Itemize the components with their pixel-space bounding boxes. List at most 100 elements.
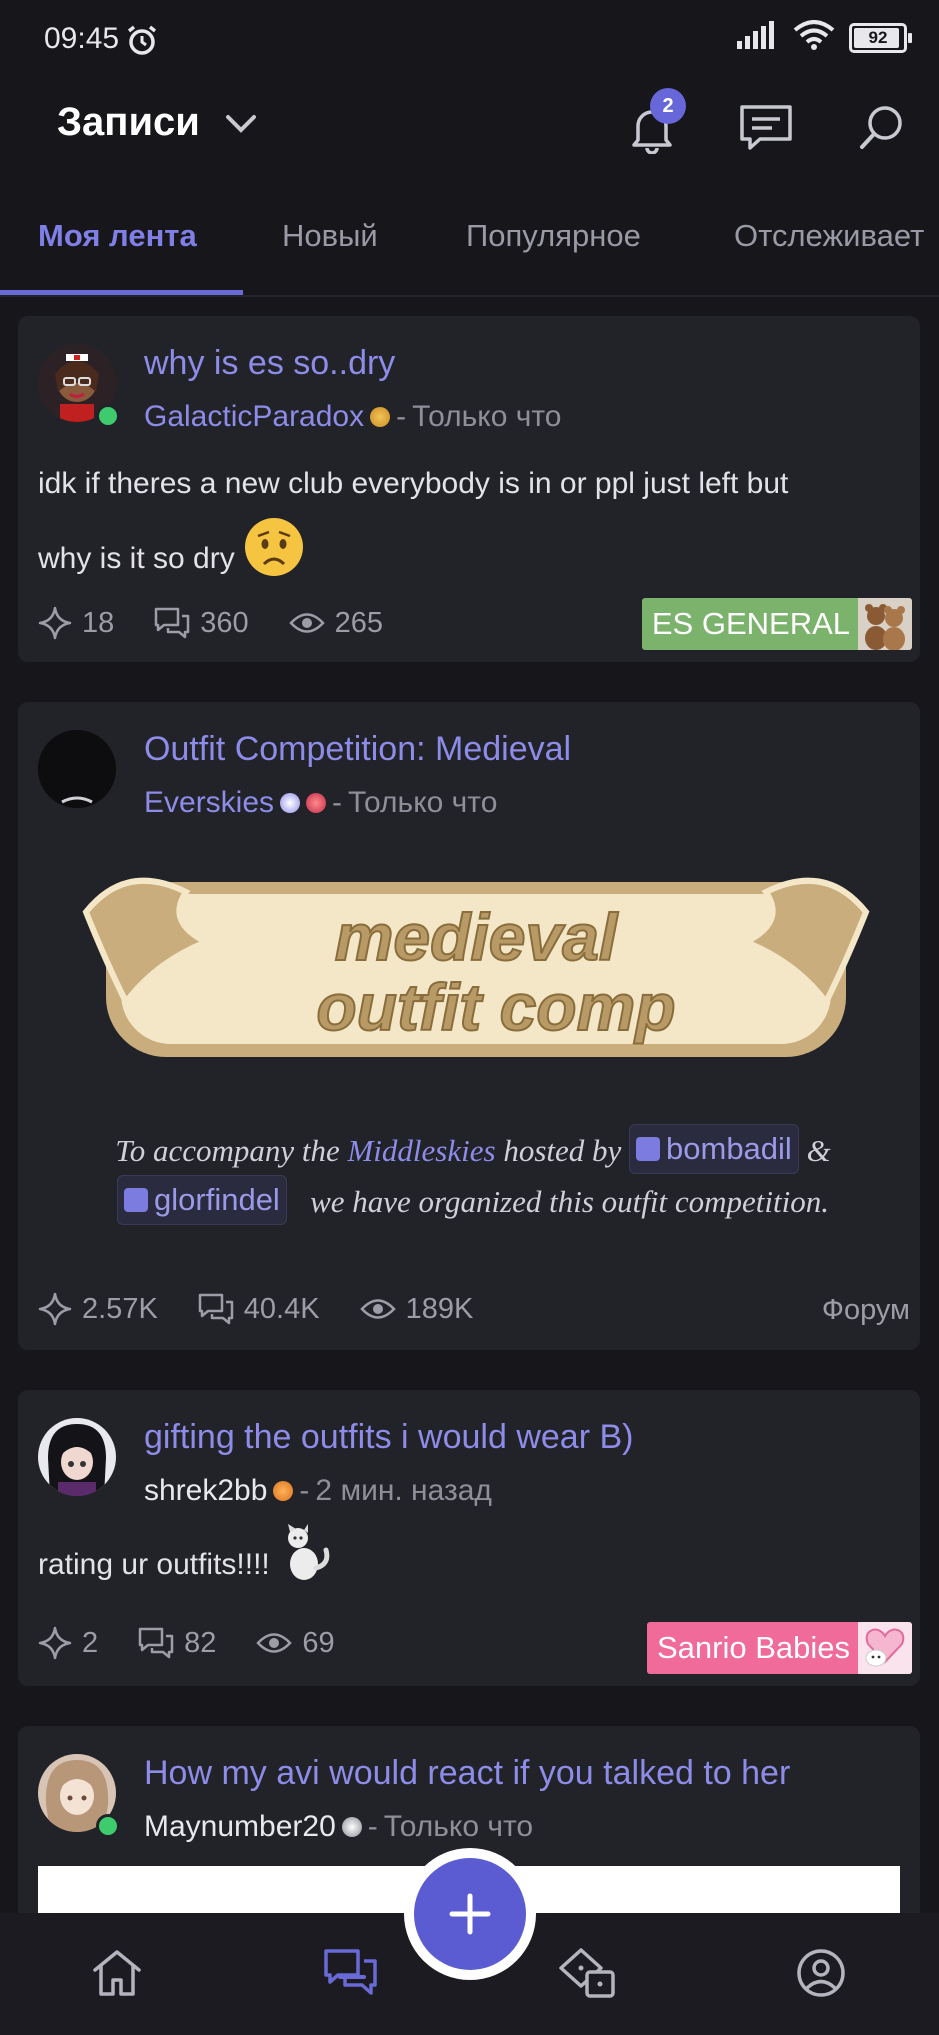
comments-icon [138,1627,174,1659]
like-button[interactable]: 18 [38,606,114,640]
like-count: 2.57K [82,1292,158,1325]
chevron-down-icon[interactable] [224,112,258,141]
post-time: Только что [412,400,562,433]
views-stat: 265 [288,607,383,640]
user-icon [636,1137,661,1161]
post-stats: 18 360 265 [38,606,423,640]
messages-button[interactable] [736,98,796,158]
community-name: Sanrio Babies [656,1630,850,1665]
like-button[interactable]: 2 [38,1626,98,1660]
tab-my-feed[interactable]: Моя лента [38,218,197,254]
post-card[interactable]: Outfit Competition: Medieval Everskies -… [18,702,920,1350]
comment-count: 40.4K [243,1292,320,1325]
alarm-icon [124,22,160,63]
meta-separator: - [367,1810,378,1843]
post-text: & [798,1133,831,1168]
post-time: 2 мин. назад [315,1474,492,1507]
user-mention[interactable]: bombadil [629,1124,799,1174]
forum-label[interactable]: Форум [822,1294,910,1327]
tab-following[interactable]: Отслеживает [734,218,924,254]
post-stats: 2 82 69 [38,1626,375,1660]
nav-profile[interactable] [786,1941,856,2005]
meta-separator: - [299,1474,310,1507]
user-badge-icon [280,793,301,813]
post-title[interactable]: Outfit Competition: Medieval [144,730,571,769]
medieval-banner-image[interactable]: medieval outfit comp [66,852,886,1082]
profile-icon [797,1949,845,1997]
comments-button[interactable]: 40.4K [198,1293,320,1326]
nav-posts[interactable] [316,1941,386,2005]
comments-button[interactable]: 360 [154,606,249,640]
post-body-line: idk if theres a new club everybody is in… [38,467,789,500]
eye-icon [288,613,325,633]
like-button[interactable]: 2.57K [38,1292,158,1326]
avatar[interactable] [38,730,116,808]
online-indicator [96,1814,120,1838]
worried-face-emoji-icon [243,516,305,601]
post-text: hosted by [495,1133,630,1168]
comment-count: 360 [200,606,249,639]
community-tag[interactable]: ES GENERAL [641,598,912,650]
user-badge-icon [341,1817,362,1837]
community-name: ES GENERAL [651,606,850,641]
signal-icon [737,21,779,54]
author-name[interactable]: GalacticParadox [144,400,364,434]
post-body: rating ur outfits!!!! [38,1524,332,1605]
user-icon [124,1188,149,1212]
page-title[interactable]: Записи [57,100,200,145]
tab-new[interactable]: Новый [282,218,378,254]
nav-home[interactable] [82,1941,152,2005]
battery-icon: 92 [849,22,912,53]
post-body-line: rating ur outfits!!!! [38,1547,270,1581]
app-header: Записи [0,82,939,178]
sparkle-icon [38,606,72,640]
post-time: Только что [348,786,498,819]
author-name[interactable]: Everskies [144,786,274,820]
views-stat: 69 [256,1626,335,1660]
battery-level: 92 [868,27,888,47]
cat-sticker-icon [276,1524,332,1605]
eye-icon [359,1299,396,1319]
staff-badge-icon [306,793,327,813]
post-stats: 2.57K 40.4K 189K [38,1292,513,1326]
post-title[interactable]: gifting the outfits i would wear B) [144,1418,633,1457]
status-bar: 09:45 92 [0,0,939,82]
active-nav-indicator [338,1975,366,1979]
view-count: 69 [302,1626,335,1659]
sparkle-icon [38,1292,72,1326]
user-badge-icon [370,407,391,427]
author-name[interactable]: Maynumber20 [144,1810,336,1844]
active-tab-indicator [0,290,243,295]
feed-tabs: Моя лента Новый Популярное Отслеживает [0,180,939,297]
online-indicator [96,404,120,428]
comments-button[interactable]: 82 [138,1627,216,1660]
games-icon [559,1948,615,1998]
community-tag[interactable]: Sanrio Babies [646,1622,912,1674]
user-mention[interactable]: glorfindel [117,1175,287,1225]
banner-text-line1: medieval [335,900,619,974]
create-post-button[interactable] [414,1858,526,1970]
view-count: 189K [405,1292,474,1325]
home-icon [93,1950,141,1996]
post-time: Только что [383,1810,534,1843]
mention-name: glorfindel [154,1182,280,1217]
comments-icon [155,607,190,639]
post-title[interactable]: why is es so..dry [144,344,395,383]
comment-count: 82 [184,1626,217,1659]
post-card[interactable]: why is es so..dry GalacticParadox - Толь… [18,316,920,662]
post-card[interactable]: gifting the outfits i would wear B) shre… [18,1390,920,1686]
search-button[interactable] [852,98,912,158]
nav-games[interactable] [552,1941,622,2005]
sanrio-thumbnail-icon [858,1622,912,1674]
post-meta: Everskies - Только что [144,786,497,820]
views-stat: 189K [359,1292,474,1326]
middleskies-link[interactable]: Middleskies [347,1133,495,1168]
author-name[interactable]: shrek2bb [144,1474,267,1508]
sparkle-icon [38,1626,72,1660]
avatar[interactable] [38,1418,116,1496]
post-title[interactable]: How my avi would react if you talked to … [144,1754,790,1793]
post-body-line: why is it so dry [38,541,235,575]
meta-separator: - [332,786,343,819]
tab-popular[interactable]: Популярное [466,218,641,254]
posts-icon [324,1949,377,1995]
